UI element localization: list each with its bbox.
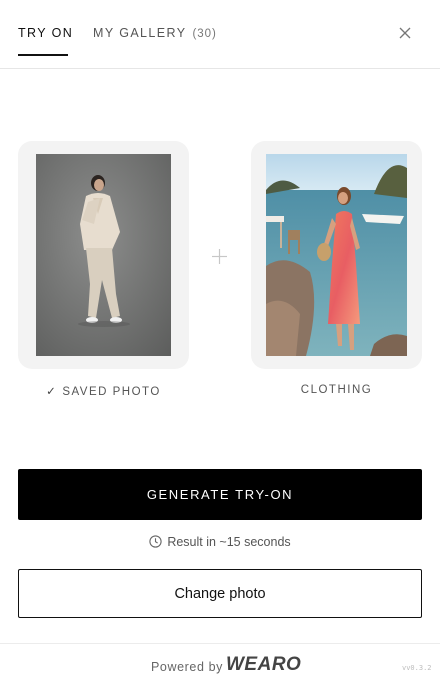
clothing-card[interactable] (251, 141, 422, 369)
clothing-caption: CLOTHING (251, 384, 422, 396)
clothing-image (266, 154, 407, 356)
plus-icon (212, 249, 227, 264)
eta-text: Result in ~15 seconds (167, 535, 291, 549)
check-icon: ✓ (46, 386, 58, 398)
clothing-label: CLOTHING (300, 384, 373, 396)
gallery-count: (30) (192, 28, 217, 40)
wearo-logo[interactable]: WEARO (226, 654, 301, 676)
change-photo-button[interactable]: Change photo (18, 569, 422, 618)
tab-my-gallery-label: MY GALLERY (93, 26, 187, 40)
powered-by-text: Powered by (151, 660, 224, 674)
generate-try-on-button[interactable]: GENERATE TRY-ON (18, 469, 422, 520)
tab-try-on-label: TRY ON (18, 26, 74, 40)
close-icon (399, 27, 411, 39)
header: TRY ON MY GALLERY (30) (0, 0, 440, 69)
close-button[interactable] (396, 24, 414, 42)
saved-photo-label: SAVED PHOTO (62, 386, 161, 398)
tab-try-on[interactable]: TRY ON (18, 26, 73, 40)
saved-photo-card[interactable] (18, 141, 189, 369)
footer: Powered by WEARO vv0.3.2 (0, 643, 440, 687)
saved-photo-caption: ✓ SAVED PHOTO (18, 384, 189, 398)
eta-info: Result in ~15 seconds (0, 535, 440, 549)
active-tab-indicator (18, 54, 68, 56)
clock-icon (149, 535, 162, 548)
tab-my-gallery[interactable]: MY GALLERY (30) (93, 26, 217, 40)
version-label: vv0.3.2 (402, 664, 432, 672)
saved-photo-image (36, 154, 171, 356)
